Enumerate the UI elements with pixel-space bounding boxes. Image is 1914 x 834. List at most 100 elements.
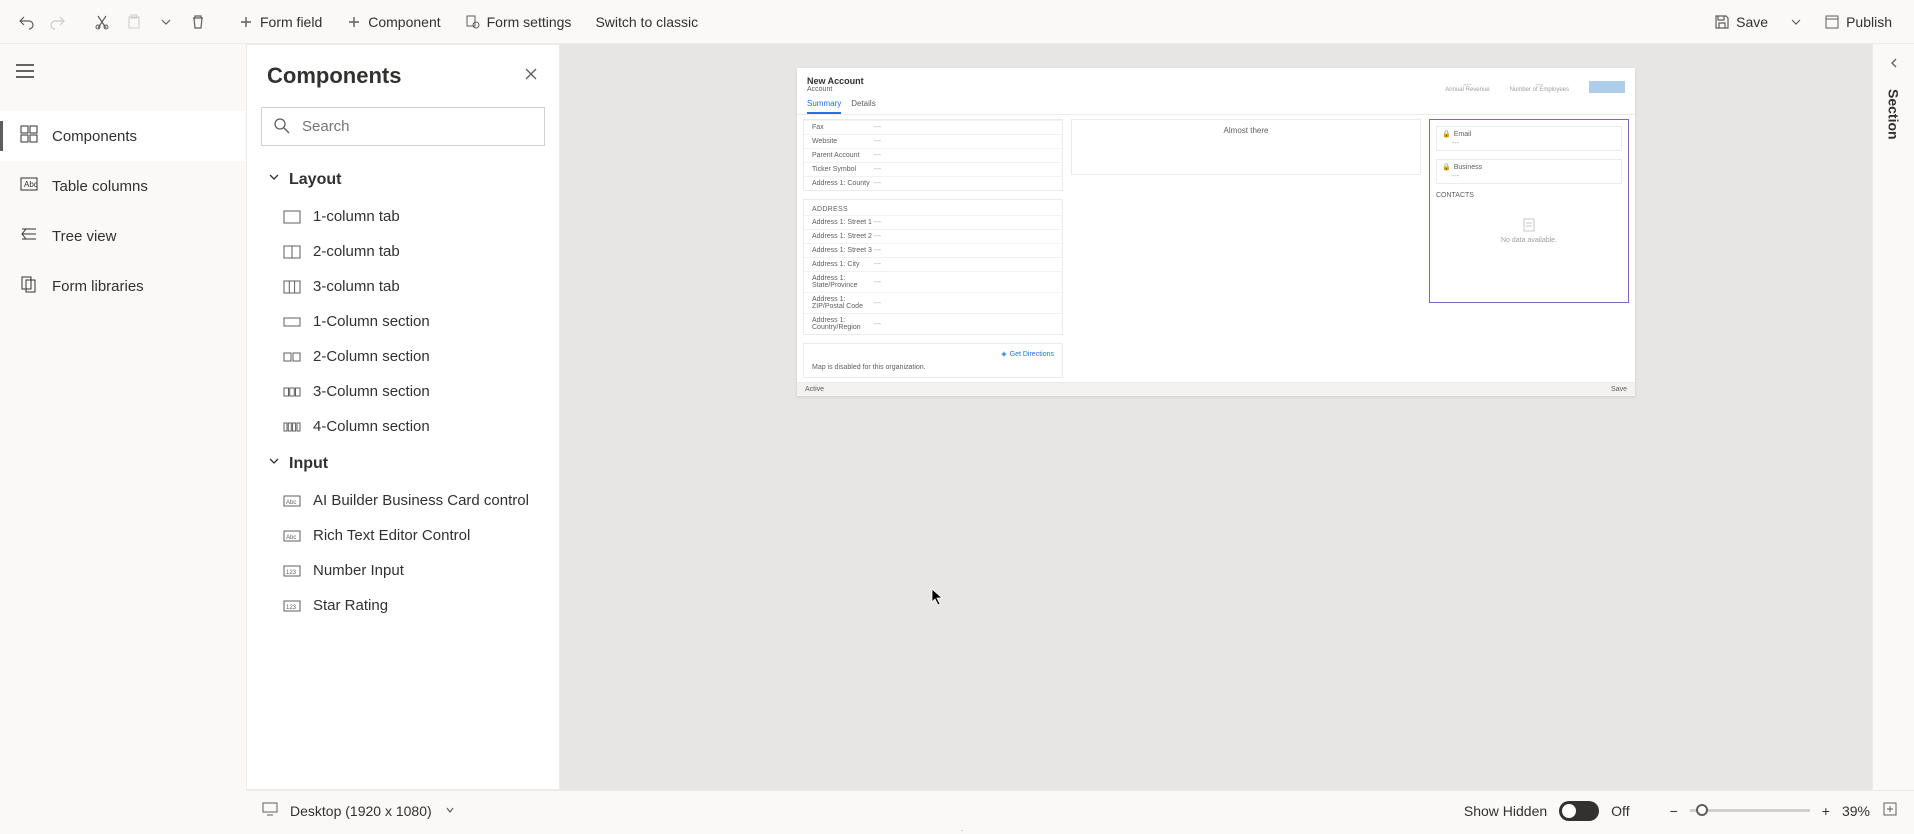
- publish-label: Publish: [1846, 14, 1892, 30]
- form-field[interactable]: Address 1: County---: [804, 176, 1062, 190]
- group-title: Layout: [289, 171, 341, 189]
- expand-pane-button[interactable]: [1887, 56, 1901, 75]
- timeline-section[interactable]: Almost there: [1071, 119, 1421, 175]
- form-field[interactable]: 🔒Business---: [1436, 159, 1622, 184]
- nav-components[interactable]: Components: [0, 111, 246, 161]
- save-button[interactable]: Save: [1704, 8, 1778, 36]
- item-label: Rich Text Editor Control: [313, 527, 470, 544]
- form-canvas[interactable]: New Account Account ---Annual Revenue --…: [797, 68, 1635, 396]
- layout-3col-tab[interactable]: 3-column tab: [261, 269, 555, 304]
- lock-icon: 🔒: [1442, 130, 1451, 138]
- nav-form-libraries[interactable]: Form libraries: [0, 261, 246, 311]
- group-input-header[interactable]: Input: [261, 444, 555, 483]
- fit-to-screen-button[interactable]: [1882, 801, 1898, 820]
- svg-text:123: 123: [286, 605, 297, 611]
- form-field[interactable]: Address 1: Street 1---: [804, 215, 1062, 229]
- show-hidden-toggle[interactable]: [1559, 801, 1599, 821]
- map-section[interactable]: ◈Get Directions Map is disabled for this…: [803, 343, 1063, 378]
- form-settings-button[interactable]: Form settings: [455, 8, 582, 36]
- layout-3col-section[interactable]: 3-Column section: [261, 374, 555, 409]
- zoom-in-button[interactable]: +: [1822, 803, 1830, 819]
- paste-dropdown[interactable]: [152, 8, 180, 36]
- footer-save[interactable]: Save: [1611, 386, 1627, 393]
- footer-status: Active: [805, 386, 824, 393]
- left-nav: Components Abc Table columns Tree view F…: [0, 44, 246, 790]
- layout-1col-tab[interactable]: 1-column tab: [261, 199, 555, 234]
- zoom-out-button[interactable]: −: [1670, 803, 1678, 819]
- add-component-button[interactable]: Component: [336, 8, 450, 36]
- layout-2col-section[interactable]: 2-Column section: [261, 339, 555, 374]
- form-field[interactable]: Address 1: Street 2---: [804, 229, 1062, 243]
- hamburger-menu[interactable]: [8, 56, 238, 91]
- delete-button[interactable]: [184, 8, 212, 36]
- input-number[interactable]: 123Number Input: [261, 553, 555, 588]
- item-label: 1-Column section: [313, 313, 430, 330]
- form-entity: Account: [807, 86, 864, 93]
- zoom-slider[interactable]: [1690, 809, 1810, 812]
- form-canvas-wrap: New Account Account ---Annual Revenue --…: [560, 44, 1872, 790]
- form-section-top[interactable]: Fax---Website---Parent Account---Ticker …: [803, 119, 1063, 191]
- address-title: ADDRESS: [804, 200, 1062, 215]
- item-label: 2-column tab: [313, 243, 400, 260]
- input-star-rating[interactable]: 123Star Rating: [261, 588, 555, 623]
- item-label: 3-Column section: [313, 383, 430, 400]
- toggle-state: Off: [1611, 803, 1629, 819]
- form-field[interactable]: Address 1: State/Province---: [804, 271, 1062, 292]
- nav-item-label: Tree view: [52, 228, 116, 245]
- input-ai-builder[interactable]: Abc AI Builder Business Card control: [261, 483, 555, 518]
- input-rich-text[interactable]: AbcRich Text Editor Control: [261, 518, 555, 553]
- form-section-address[interactable]: ADDRESS Address 1: Street 1---Address 1:…: [803, 199, 1063, 335]
- paste-button[interactable]: [120, 8, 148, 36]
- selected-section[interactable]: 🔒Email---🔒Business--- CONTACTS No data a…: [1429, 119, 1629, 303]
- zoom-value: 39%: [1842, 803, 1870, 819]
- form-field[interactable]: Address 1: City---: [804, 257, 1062, 271]
- form-field[interactable]: Ticker Symbol---: [804, 162, 1062, 176]
- form-field[interactable]: Address 1: ZIP/Postal Code---: [804, 292, 1062, 313]
- cut-button[interactable]: [88, 8, 116, 36]
- nav-tree-view[interactable]: Tree view: [0, 211, 246, 261]
- publish-button[interactable]: Publish: [1814, 8, 1902, 36]
- form-field[interactable]: Address 1: Country/Region---: [804, 313, 1062, 334]
- layout-1col-section[interactable]: 1-Column section: [261, 304, 555, 339]
- show-hidden-label: Show Hidden: [1464, 803, 1547, 819]
- panel-close-button[interactable]: [523, 66, 539, 87]
- item-label: 4-Column section: [313, 418, 430, 435]
- undo-button[interactable]: [12, 8, 40, 36]
- nav-table-columns[interactable]: Abc Table columns: [0, 161, 246, 211]
- layout-2col-tab[interactable]: 2-column tab: [261, 234, 555, 269]
- redo-button[interactable]: [44, 8, 72, 36]
- tree-view-icon: [20, 225, 38, 247]
- search-input[interactable]: [261, 107, 545, 146]
- save-label: Save: [1736, 14, 1768, 30]
- viewport-dropdown[interactable]: [444, 803, 456, 819]
- get-directions-link[interactable]: ◈Get Directions: [812, 350, 1054, 358]
- save-dropdown[interactable]: [1782, 8, 1810, 36]
- contacts-title: CONTACTS: [1436, 192, 1622, 199]
- switch-classic-button[interactable]: Switch to classic: [585, 8, 708, 36]
- panel-title: Components: [267, 63, 401, 89]
- property-pane-label: Section: [1886, 89, 1902, 140]
- form-field[interactable]: Address 1: Street 3---: [804, 243, 1062, 257]
- layout-4col-section[interactable]: 4-Column section: [261, 409, 555, 444]
- form-header-fields: ---Annual Revenue ---Number of Employees: [1445, 76, 1625, 93]
- svg-text:Abc: Abc: [286, 500, 296, 506]
- components-icon: [20, 125, 38, 147]
- tab-details[interactable]: Details: [851, 95, 875, 114]
- form-field[interactable]: Parent Account---: [804, 148, 1062, 162]
- monitor-icon: [262, 802, 278, 819]
- top-toolbar: Form field Component Form settings Switc…: [0, 0, 1914, 44]
- components-panel: Components Layout 1-column tab 2-column …: [246, 44, 560, 790]
- timeline-placeholder: Almost there: [1078, 126, 1414, 135]
- group-layout-header[interactable]: Layout: [261, 160, 555, 199]
- item-label: 2-Column section: [313, 348, 430, 365]
- bottom-bar: Desktop (1920 x 1080) Show Hidden Off − …: [246, 790, 1914, 830]
- form-field[interactable]: 🔒Email---: [1436, 126, 1622, 151]
- table-columns-icon: Abc: [20, 175, 38, 197]
- form-field[interactable]: Fax---: [804, 120, 1062, 134]
- add-form-field-button[interactable]: Form field: [228, 8, 332, 36]
- form-settings-label: Form settings: [487, 14, 572, 30]
- nav-item-label: Form libraries: [52, 278, 144, 295]
- form-field[interactable]: Website---: [804, 134, 1062, 148]
- item-label: AI Builder Business Card control: [313, 492, 529, 509]
- tab-summary[interactable]: Summary: [807, 95, 841, 114]
